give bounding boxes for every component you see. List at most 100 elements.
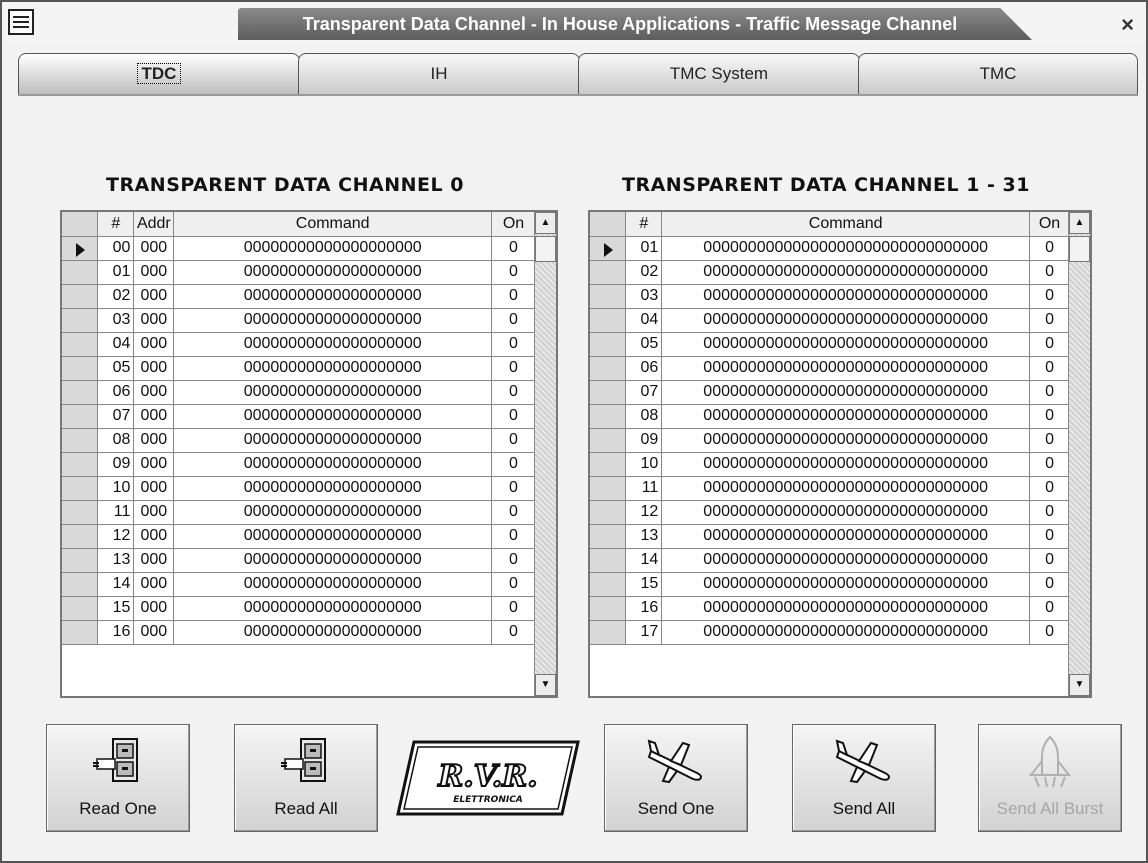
cell-num[interactable]: 01: [625, 236, 663, 261]
tdc0-scrollbar[interactable]: ▲ ▼: [534, 212, 556, 696]
cell-command[interactable]: 00000000000000000000000000000000: [661, 308, 1031, 333]
scroll-down-button[interactable]: ▼: [1069, 674, 1090, 696]
cell-command[interactable]: 00000000000000000000000000000000: [661, 452, 1031, 477]
cell-command[interactable]: 00000000000000000000: [173, 572, 493, 597]
cell-addr[interactable]: 000: [133, 500, 175, 525]
cell-command[interactable]: 00000000000000000000: [173, 452, 493, 477]
cell-on[interactable]: 0: [491, 380, 536, 405]
cell-command[interactable]: 00000000000000000000: [173, 284, 493, 309]
read-all-button[interactable]: Read All: [234, 724, 378, 832]
cell-command[interactable]: 00000000000000000000: [173, 332, 493, 357]
cell-command[interactable]: 00000000000000000000: [173, 236, 493, 261]
cell-command[interactable]: 00000000000000000000000000000000: [661, 404, 1031, 429]
cell-command[interactable]: 00000000000000000000000000000000: [661, 596, 1031, 621]
cell-command[interactable]: 00000000000000000000000000000000: [661, 572, 1031, 597]
row-indicator[interactable]: [62, 548, 99, 573]
send-all-button[interactable]: Send All: [792, 724, 936, 832]
table-row[interactable]: 12 00000000000000000000000000000000 0: [590, 500, 1070, 525]
cell-on[interactable]: 0: [1029, 548, 1070, 573]
table-row[interactable]: 17 00000000000000000000000000000000 0: [590, 620, 1070, 645]
cell-num[interactable]: 04: [625, 308, 663, 333]
row-indicator[interactable]: [62, 332, 99, 357]
cell-num[interactable]: 17: [625, 620, 663, 645]
cell-command[interactable]: 00000000000000000000: [173, 404, 493, 429]
row-indicator[interactable]: [62, 620, 99, 645]
cell-command[interactable]: 00000000000000000000000000000000: [661, 380, 1031, 405]
row-indicator[interactable]: [590, 572, 627, 597]
table-row[interactable]: 09 00000000000000000000000000000000 0: [590, 428, 1070, 453]
row-indicator[interactable]: [590, 380, 627, 405]
cell-num[interactable]: 09: [97, 452, 135, 477]
table-row[interactable]: 15 000 00000000000000000000 0: [62, 596, 536, 621]
cell-num[interactable]: 08: [97, 428, 135, 453]
cell-num[interactable]: 07: [97, 404, 135, 429]
cell-num[interactable]: 02: [97, 284, 135, 309]
cell-on[interactable]: 0: [491, 476, 536, 501]
cell-on[interactable]: 0: [491, 284, 536, 309]
cell-addr[interactable]: 000: [133, 308, 175, 333]
cell-num[interactable]: 03: [625, 284, 663, 309]
cell-num[interactable]: 14: [97, 572, 135, 597]
cell-on[interactable]: 0: [1029, 452, 1070, 477]
cell-addr[interactable]: 000: [133, 380, 175, 405]
table-row[interactable]: 12 000 00000000000000000000 0: [62, 524, 536, 549]
row-indicator[interactable]: [590, 548, 627, 573]
tab-tdc[interactable]: TDC: [18, 53, 300, 95]
table-row[interactable]: 07 00000000000000000000000000000000 0: [590, 380, 1070, 405]
table-row[interactable]: 10 000 00000000000000000000 0: [62, 476, 536, 501]
tab-tmc-system[interactable]: TMC System: [578, 53, 860, 95]
table-row[interactable]: 06 000 00000000000000000000 0: [62, 380, 536, 405]
row-indicator[interactable]: [62, 260, 99, 285]
row-indicator[interactable]: [590, 356, 627, 381]
row-indicator[interactable]: [62, 236, 99, 261]
cell-addr[interactable]: 000: [133, 260, 175, 285]
table-row[interactable]: 07 000 00000000000000000000 0: [62, 404, 536, 429]
cell-on[interactable]: 0: [1029, 476, 1070, 501]
scroll-thumb[interactable]: [1069, 236, 1090, 262]
row-indicator[interactable]: [590, 620, 627, 645]
table-row[interactable]: 09 000 00000000000000000000 0: [62, 452, 536, 477]
cell-on[interactable]: 0: [1029, 596, 1070, 621]
table-row[interactable]: 01 00000000000000000000000000000000 0: [590, 236, 1070, 261]
row-indicator[interactable]: [62, 476, 99, 501]
cell-command[interactable]: 00000000000000000000: [173, 620, 493, 645]
cell-num[interactable]: 09: [625, 428, 663, 453]
row-indicator[interactable]: [62, 308, 99, 333]
cell-addr[interactable]: 000: [133, 572, 175, 597]
app-menu-icon[interactable]: [8, 9, 34, 35]
cell-addr[interactable]: 000: [133, 452, 175, 477]
send-one-button[interactable]: Send One: [604, 724, 748, 832]
cell-command[interactable]: 00000000000000000000: [173, 380, 493, 405]
cell-num[interactable]: 03: [97, 308, 135, 333]
row-indicator[interactable]: [590, 308, 627, 333]
col-header-on[interactable]: On: [1029, 212, 1070, 237]
table-row[interactable]: 01 000 00000000000000000000 0: [62, 260, 536, 285]
cell-num[interactable]: 16: [625, 596, 663, 621]
cell-command[interactable]: 00000000000000000000: [173, 308, 493, 333]
cell-command[interactable]: 00000000000000000000000000000000: [661, 524, 1031, 549]
col-header-command[interactable]: Command: [173, 212, 493, 237]
cell-addr[interactable]: 000: [133, 332, 175, 357]
cell-on[interactable]: 0: [1029, 356, 1070, 381]
cell-command[interactable]: 00000000000000000000: [173, 260, 493, 285]
cell-command[interactable]: 00000000000000000000000000000000: [661, 500, 1031, 525]
cell-num[interactable]: 05: [97, 356, 135, 381]
table-row[interactable]: 02 00000000000000000000000000000000 0: [590, 260, 1070, 285]
row-indicator[interactable]: [590, 404, 627, 429]
col-header-addr[interactable]: Addr: [133, 212, 175, 237]
cell-command[interactable]: 00000000000000000000: [173, 596, 493, 621]
cell-addr[interactable]: 000: [133, 404, 175, 429]
col-header-num[interactable]: #: [625, 212, 663, 237]
table-row[interactable]: 08 00000000000000000000000000000000 0: [590, 404, 1070, 429]
cell-on[interactable]: 0: [491, 548, 536, 573]
scroll-up-button[interactable]: ▲: [535, 212, 556, 234]
cell-addr[interactable]: 000: [133, 356, 175, 381]
table-row[interactable]: 13 000 00000000000000000000 0: [62, 548, 536, 573]
row-indicator[interactable]: [590, 428, 627, 453]
tab-tmc[interactable]: TMC: [858, 53, 1138, 95]
cell-num[interactable]: 15: [625, 572, 663, 597]
cell-command[interactable]: 00000000000000000000000000000000: [661, 620, 1031, 645]
cell-on[interactable]: 0: [491, 308, 536, 333]
title-bar[interactable]: Transparent Data Channel - In House Appl…: [2, 2, 1146, 42]
cell-num[interactable]: 11: [97, 500, 135, 525]
